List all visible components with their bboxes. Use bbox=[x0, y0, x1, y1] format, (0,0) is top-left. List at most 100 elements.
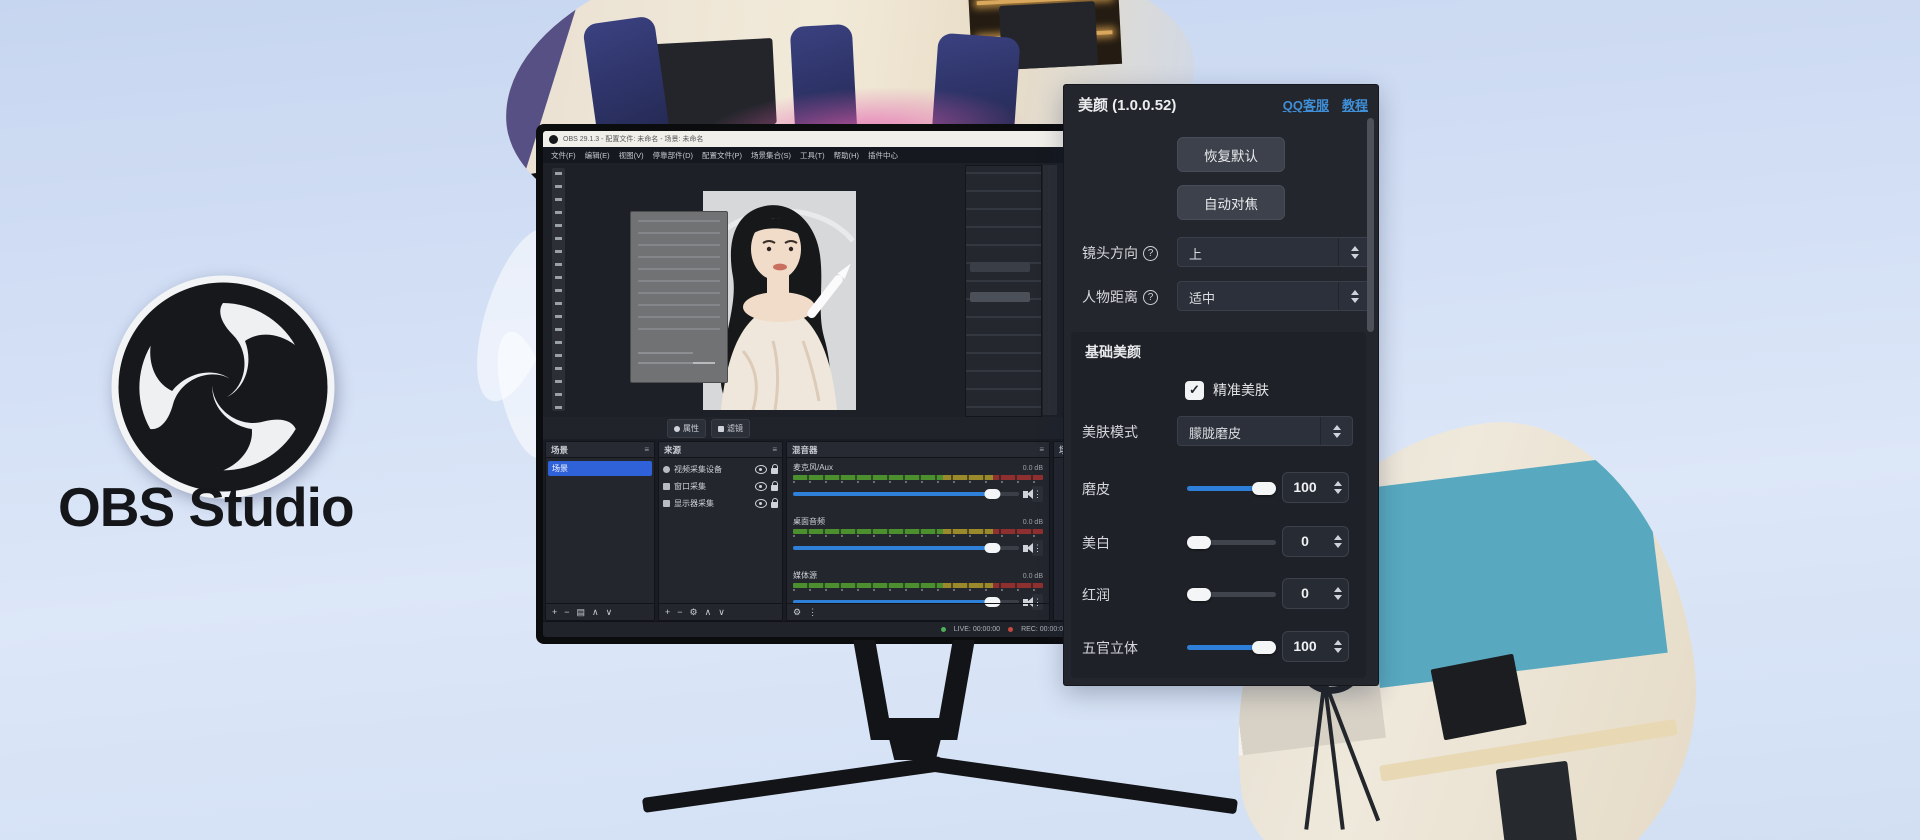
panel-scrollbar[interactable] bbox=[1367, 118, 1374, 332]
menu-file[interactable]: 文件(F) bbox=[551, 150, 576, 161]
rosy-value-box[interactable]: 0 bbox=[1282, 578, 1349, 609]
menu-view[interactable]: 视图(V) bbox=[619, 150, 644, 161]
scene-up-icon[interactable]: ∧ bbox=[592, 608, 599, 617]
volume-slider[interactable] bbox=[793, 546, 1019, 550]
volume-slider[interactable] bbox=[793, 492, 1019, 496]
remove-scene-icon[interactable]: − bbox=[564, 608, 569, 617]
scene-down-icon[interactable]: ∨ bbox=[606, 608, 613, 617]
decor-monitor bbox=[1431, 654, 1527, 741]
lock-icon[interactable] bbox=[771, 468, 778, 474]
stepper-arrows[interactable] bbox=[1320, 417, 1352, 445]
spinner-arrows[interactable] bbox=[1334, 527, 1342, 556]
facial-3d-slider[interactable] bbox=[1187, 645, 1276, 650]
spinner-arrows[interactable] bbox=[1334, 473, 1342, 502]
help-icon[interactable]: ? bbox=[1143, 246, 1158, 261]
person-distance-select[interactable]: 适中 bbox=[1177, 281, 1371, 311]
camera-direction-label: 镜头方向 bbox=[1082, 243, 1138, 263]
source-properties-icon[interactable]: ⚙ bbox=[690, 608, 698, 617]
visibility-eye-icon[interactable] bbox=[755, 482, 767, 491]
layers-panel[interactable] bbox=[965, 165, 1042, 417]
window-title: OBS 29.1.3 - 配置文件: 未命名 - 场景: 未命名 bbox=[563, 134, 703, 144]
scene-filters-icon[interactable]: ▤ bbox=[577, 608, 586, 617]
visibility-eye-icon[interactable] bbox=[755, 499, 767, 508]
meter-ticks bbox=[793, 481, 1043, 483]
channel-options-icon[interactable]: ⋮ bbox=[1032, 540, 1043, 556]
menu-edit[interactable]: 编辑(E) bbox=[585, 150, 610, 161]
stepper-arrows[interactable] bbox=[1338, 282, 1370, 310]
restore-defaults-button[interactable]: 恢复默认 bbox=[1177, 137, 1285, 172]
add-source-icon[interactable]: + bbox=[665, 608, 670, 617]
mixer-dock-header[interactable]: 混音器≡ bbox=[787, 442, 1049, 458]
sources-dock: 来源≡ 视频采集设备 窗口采集 bbox=[658, 441, 783, 621]
meter-ticks bbox=[793, 535, 1043, 537]
smoothing-value-box[interactable]: 100 bbox=[1282, 472, 1349, 503]
source-row[interactable]: 窗口采集 bbox=[659, 478, 782, 495]
speaker-icon[interactable] bbox=[1023, 545, 1028, 552]
layer-row-highlight bbox=[970, 262, 1030, 272]
monitor-screen: OBS 29.1.3 - 配置文件: 未命名 - 场景: 未命名 文件(F) 编… bbox=[543, 131, 1077, 637]
tutorial-link[interactable]: 教程 bbox=[1342, 95, 1368, 114]
stepper-arrows[interactable] bbox=[1338, 238, 1370, 266]
properties-button[interactable]: 属性 bbox=[667, 419, 706, 438]
slider-handle[interactable] bbox=[1187, 588, 1211, 601]
source-up-icon[interactable]: ∧ bbox=[705, 608, 712, 617]
menu-help[interactable]: 帮助(H) bbox=[834, 150, 859, 161]
live-timer: LIVE: 00:00:00 bbox=[954, 626, 1000, 633]
stand-leg-right bbox=[927, 756, 1238, 814]
volume-meter bbox=[793, 529, 1043, 534]
display-source-icon bbox=[663, 500, 670, 507]
dock-menu-icon[interactable]: ≡ bbox=[772, 445, 777, 454]
obs-window-titlebar[interactable]: OBS 29.1.3 - 配置文件: 未命名 - 场景: 未命名 bbox=[543, 131, 1077, 147]
smoothing-slider[interactable] bbox=[1187, 486, 1276, 491]
skin-mode-row: 美肤模式 朦胧磨皮 bbox=[1071, 416, 1366, 446]
facial-3d-value-box[interactable]: 100 bbox=[1282, 631, 1349, 662]
camera-direction-row: 镜头方向 ? 上 bbox=[1064, 237, 1378, 267]
volume-slider-handle[interactable] bbox=[984, 543, 1000, 553]
spinner-arrows[interactable] bbox=[1334, 579, 1342, 608]
autofocus-button[interactable]: 自动对焦 bbox=[1177, 185, 1285, 220]
qq-support-link[interactable]: QQ客服 bbox=[1283, 95, 1329, 114]
dock-menu-icon[interactable]: ≡ bbox=[644, 445, 649, 454]
menu-plugin-center[interactable]: 插件中心 bbox=[868, 150, 898, 161]
live-indicator-icon bbox=[941, 627, 946, 632]
scene-item-selected[interactable]: 场景 bbox=[548, 461, 652, 476]
source-row[interactable]: 视频采集设备 bbox=[659, 461, 782, 478]
whitening-slider[interactable] bbox=[1187, 540, 1276, 545]
slider-handle[interactable] bbox=[1252, 482, 1276, 495]
add-scene-icon[interactable]: + bbox=[552, 608, 557, 617]
source-row[interactable]: 显示器采集 bbox=[659, 495, 782, 512]
lock-icon[interactable] bbox=[771, 502, 778, 508]
spinner-arrows[interactable] bbox=[1334, 632, 1342, 661]
help-icon[interactable]: ? bbox=[1143, 290, 1158, 305]
advanced-audio-icon[interactable]: ⋮ bbox=[808, 608, 817, 617]
filters-button[interactable]: 滤镜 bbox=[711, 419, 750, 438]
page: OBS Studio OBS 29.1.3 - 配置文件: 未命名 - 场景: … bbox=[0, 0, 1920, 840]
skin-mode-select[interactable]: 朦胧磨皮 bbox=[1177, 416, 1353, 446]
menu-tools[interactable]: 工具(T) bbox=[800, 150, 825, 161]
lock-icon[interactable] bbox=[771, 485, 778, 491]
source-controls-row: 属性 滤镜 bbox=[543, 417, 1077, 439]
slider-handle[interactable] bbox=[1187, 536, 1211, 549]
volume-slider-handle[interactable] bbox=[984, 489, 1000, 499]
editor-toolbar[interactable] bbox=[552, 168, 565, 411]
remove-source-icon[interactable]: − bbox=[677, 608, 682, 617]
slider-handle[interactable] bbox=[1252, 641, 1276, 654]
beauty-plugin-panel: 美颜 (1.0.0.52) QQ客服 教程 恢复默认 自动对焦 镜头方向 ? 上… bbox=[1064, 85, 1378, 685]
menu-scene-collection[interactable]: 场景集合(S) bbox=[751, 150, 791, 161]
channel-options-icon[interactable]: ⋮ bbox=[1032, 486, 1043, 502]
source-down-icon[interactable]: ∨ bbox=[718, 608, 725, 617]
rosy-slider[interactable] bbox=[1187, 592, 1276, 597]
scenes-dock-header[interactable]: 场景≡ bbox=[546, 442, 654, 458]
whitening-value-box[interactable]: 0 bbox=[1282, 526, 1349, 557]
sources-dock-header[interactable]: 来源≡ bbox=[659, 442, 782, 458]
camera-direction-select[interactable]: 上 bbox=[1177, 237, 1371, 267]
settings-dialog[interactable] bbox=[630, 211, 728, 383]
menu-docks[interactable]: 停靠部件(D) bbox=[653, 150, 693, 161]
menu-profile[interactable]: 配置文件(P) bbox=[702, 150, 742, 161]
rec-timer: REC: 00:00:00 bbox=[1021, 626, 1067, 633]
visibility-eye-icon[interactable] bbox=[755, 465, 767, 474]
speaker-icon[interactable] bbox=[1023, 491, 1028, 498]
mixer-config-icon[interactable]: ⚙ bbox=[793, 608, 801, 617]
precise-skin-checkbox[interactable]: ✓ bbox=[1185, 381, 1204, 400]
dock-menu-icon[interactable]: ≡ bbox=[1039, 445, 1044, 454]
